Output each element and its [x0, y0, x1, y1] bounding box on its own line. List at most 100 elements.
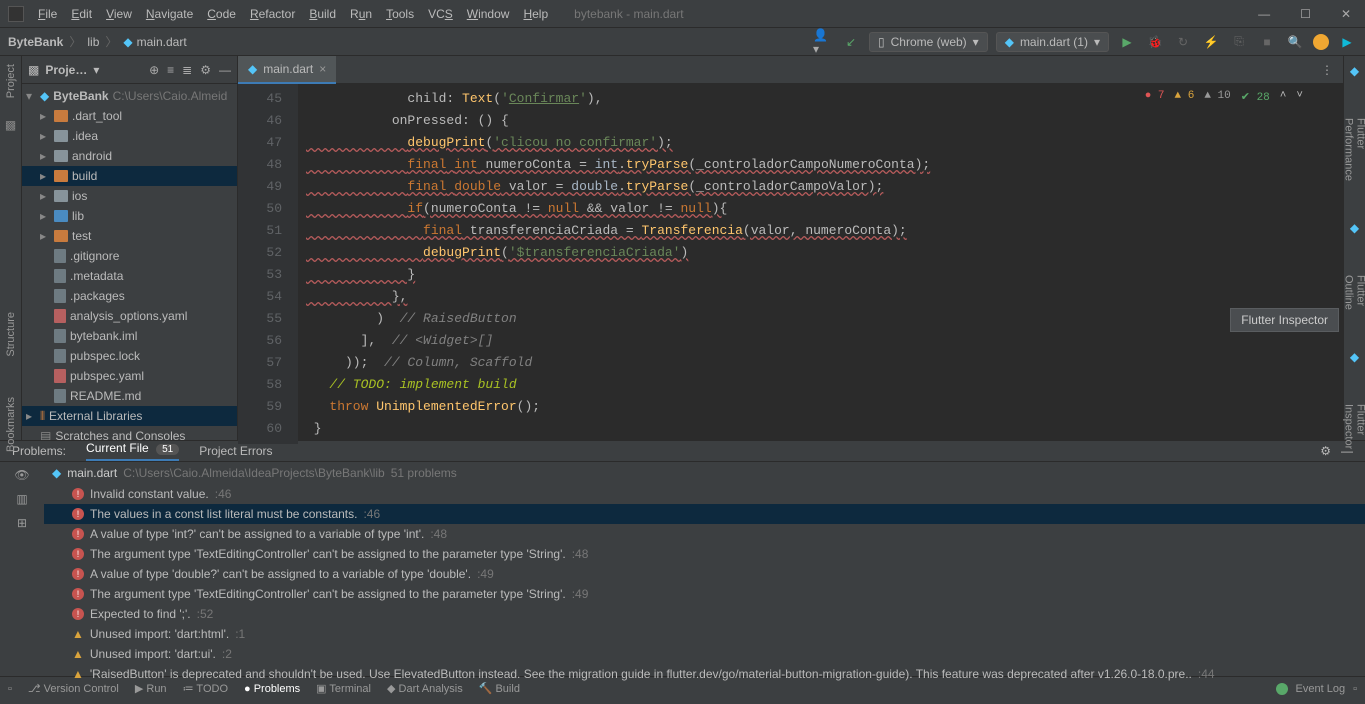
tool-bookmarks[interactable]: Bookmarks: [5, 397, 17, 452]
problem-item[interactable]: !Expected to find ';'. :52: [44, 604, 1365, 624]
menu-window[interactable]: Window: [461, 5, 516, 23]
locate-icon[interactable]: ⊕: [149, 63, 159, 77]
inspection-indicators[interactable]: ● 7 ▲ 6 ▲ 10 ✔ 28 ˄ ˅: [1145, 90, 1303, 104]
coverage-button[interactable]: ↻: [1173, 32, 1193, 52]
problem-item[interactable]: ▲Unused import: 'dart:ui'. :2: [44, 644, 1365, 664]
tree-file[interactable]: bytebank.iml: [22, 326, 237, 346]
menu-edit[interactable]: Edit: [65, 5, 98, 23]
sb-dart-analysis[interactable]: ◆ Dart Analysis: [387, 683, 463, 695]
problem-item[interactable]: !The argument type 'TextEditingControlle…: [44, 584, 1365, 604]
hide-icon[interactable]: —: [219, 63, 231, 77]
tab-main-dart[interactable]: ◆ main.dart ×: [238, 56, 336, 84]
menu-refactor[interactable]: Refactor: [244, 5, 301, 23]
run-button[interactable]: ▶: [1117, 32, 1137, 52]
search-icon[interactable]: 🔍: [1285, 32, 1305, 52]
hide-icon[interactable]: —: [1341, 444, 1353, 458]
menu-tools[interactable]: Tools: [380, 5, 420, 23]
tree-folder[interactable]: ▸build: [22, 166, 237, 186]
tree-file[interactable]: .packages: [22, 286, 237, 306]
tree-folder[interactable]: ▸.idea: [22, 126, 237, 146]
tree-file[interactable]: README.md: [22, 386, 237, 406]
menu-code[interactable]: Code: [201, 5, 242, 23]
layout-icon[interactable]: ▥: [16, 492, 27, 506]
sb-problems[interactable]: ● Problems: [244, 683, 300, 695]
sb-build[interactable]: 🔨 Build: [479, 683, 520, 695]
sb-version-control[interactable]: ⎇ Version Control: [28, 683, 119, 695]
expand-icon[interactable]: ≡: [167, 63, 174, 77]
menu-view[interactable]: View: [100, 5, 138, 23]
flutter-icon: ◆: [40, 89, 49, 103]
collapse-icon[interactable]: ≣: [182, 63, 192, 77]
tree-folder[interactable]: ▸test: [22, 226, 237, 246]
maximize-button[interactable]: ☐: [1294, 5, 1317, 23]
tree-file[interactable]: pubspec.lock: [22, 346, 237, 366]
close-button[interactable]: ✕: [1335, 5, 1357, 23]
menu-help[interactable]: Help: [517, 5, 554, 23]
editor-more-icon[interactable]: ⋮: [1311, 63, 1343, 77]
tree-folder[interactable]: ▸ios: [22, 186, 237, 206]
close-icon[interactable]: ×: [319, 62, 326, 76]
problem-item[interactable]: !A value of type 'double?' can't be assi…: [44, 564, 1365, 584]
problem-item[interactable]: !The values in a const list literal must…: [44, 504, 1365, 524]
sb-terminal[interactable]: ▣ Terminal: [316, 683, 371, 695]
problems-file-header[interactable]: ◆ main.dart C:\Users\Caio.Almeida\IdeaPr…: [44, 462, 1365, 484]
gear-icon[interactable]: ⚙: [200, 63, 211, 77]
tree-scratches[interactable]: ▤ Scratches and Consoles: [22, 426, 237, 440]
expand-icon[interactable]: ⊞: [17, 516, 27, 530]
sb-run[interactable]: ▶ Run: [135, 683, 167, 695]
menu-navigate[interactable]: Navigate: [140, 5, 199, 23]
event-log-button[interactable]: Event Log: [1296, 683, 1346, 695]
problem-item[interactable]: ▲Unused import: 'dart:html'. :1: [44, 624, 1365, 644]
minimize-button[interactable]: —: [1252, 5, 1276, 23]
menu-run[interactable]: Run: [344, 5, 378, 23]
chevron-down-icon[interactable]: ˅: [1296, 90, 1303, 104]
problem-item[interactable]: !A value of type 'int?' can't be assigne…: [44, 524, 1365, 544]
vcs-update-icon[interactable]: ↙: [841, 32, 861, 52]
sb-trailer-icon[interactable]: ▫: [1353, 683, 1357, 695]
crumb-folder[interactable]: lib: [87, 35, 99, 49]
gear-icon[interactable]: ⚙: [1320, 444, 1331, 458]
tree-folder[interactable]: ▸lib: [22, 206, 237, 226]
device-selector[interactable]: ▯ Chrome (web) ▾: [869, 32, 988, 52]
tab-project-errors[interactable]: Project Errors: [199, 444, 272, 458]
problem-item[interactable]: !The argument type 'TextEditingControlle…: [44, 544, 1365, 564]
tree-file[interactable]: pubspec.yaml: [22, 366, 237, 386]
crumb-project[interactable]: ByteBank: [8, 35, 63, 49]
sb-tool-stripe-icon[interactable]: ▫: [8, 683, 12, 695]
user-icon[interactable]: 👤▾: [813, 32, 833, 52]
sb-todo[interactable]: ≔ TODO: [183, 683, 228, 695]
tree-root[interactable]: ▾◆ ByteBank C:\Users\Caio.Almeid: [22, 86, 237, 106]
chevron-up-icon[interactable]: ˄: [1280, 90, 1287, 104]
menu-vcs[interactable]: VCS: [422, 5, 459, 23]
tree-file[interactable]: .metadata: [22, 266, 237, 286]
file-icon: [54, 249, 66, 263]
tree-folder[interactable]: ▸android: [22, 146, 237, 166]
project-panel-title[interactable]: Proje…: [45, 63, 87, 77]
sync-icon[interactable]: [1313, 34, 1329, 50]
tree-file[interactable]: .gitignore: [22, 246, 237, 266]
code-area[interactable]: ● 7 ▲ 6 ▲ 10 ✔ 28 ˄ ˅ child: Text('Confi…: [298, 84, 1343, 444]
hot-reload-button[interactable]: ⚡: [1201, 32, 1221, 52]
tool-structure[interactable]: Structure: [5, 312, 17, 357]
project-view-icon: ▩: [28, 63, 39, 77]
run-config-selector[interactable]: ◆ main.dart (1) ▾: [996, 32, 1109, 52]
stop-button[interactable]: ■: [1257, 32, 1277, 52]
debug-button[interactable]: 🐞: [1145, 32, 1165, 52]
tool-flutter-performance[interactable]: Flutter Performance: [1343, 118, 1365, 181]
flutter-play-icon[interactable]: ▶: [1337, 32, 1357, 52]
tab-current-file[interactable]: Current File 51: [86, 441, 179, 461]
title-bar: File Edit View Navigate Code Refactor Bu…: [0, 0, 1365, 28]
tool-project[interactable]: Project: [5, 64, 17, 98]
tree-file[interactable]: analysis_options.yaml: [22, 306, 237, 326]
problem-item[interactable]: !Invalid constant value. :46: [44, 484, 1365, 504]
menu-file[interactable]: File: [32, 5, 63, 23]
eye-icon[interactable]: 👁: [14, 468, 29, 482]
problem-item[interactable]: ▲'RaisedButton' is deprecated and should…: [44, 664, 1365, 684]
tree-folder[interactable]: ▸.dart_tool: [22, 106, 237, 126]
tree-external-libs[interactable]: ▸⫴ External Libraries: [22, 406, 237, 426]
chevron-down-icon[interactable]: ▾: [93, 63, 99, 77]
crumb-file[interactable]: main.dart: [137, 35, 187, 49]
tool-flutter-outline[interactable]: Flutter Outline: [1343, 275, 1365, 310]
menu-build[interactable]: Build: [303, 5, 342, 23]
attach-button[interactable]: ⎘: [1229, 32, 1249, 52]
